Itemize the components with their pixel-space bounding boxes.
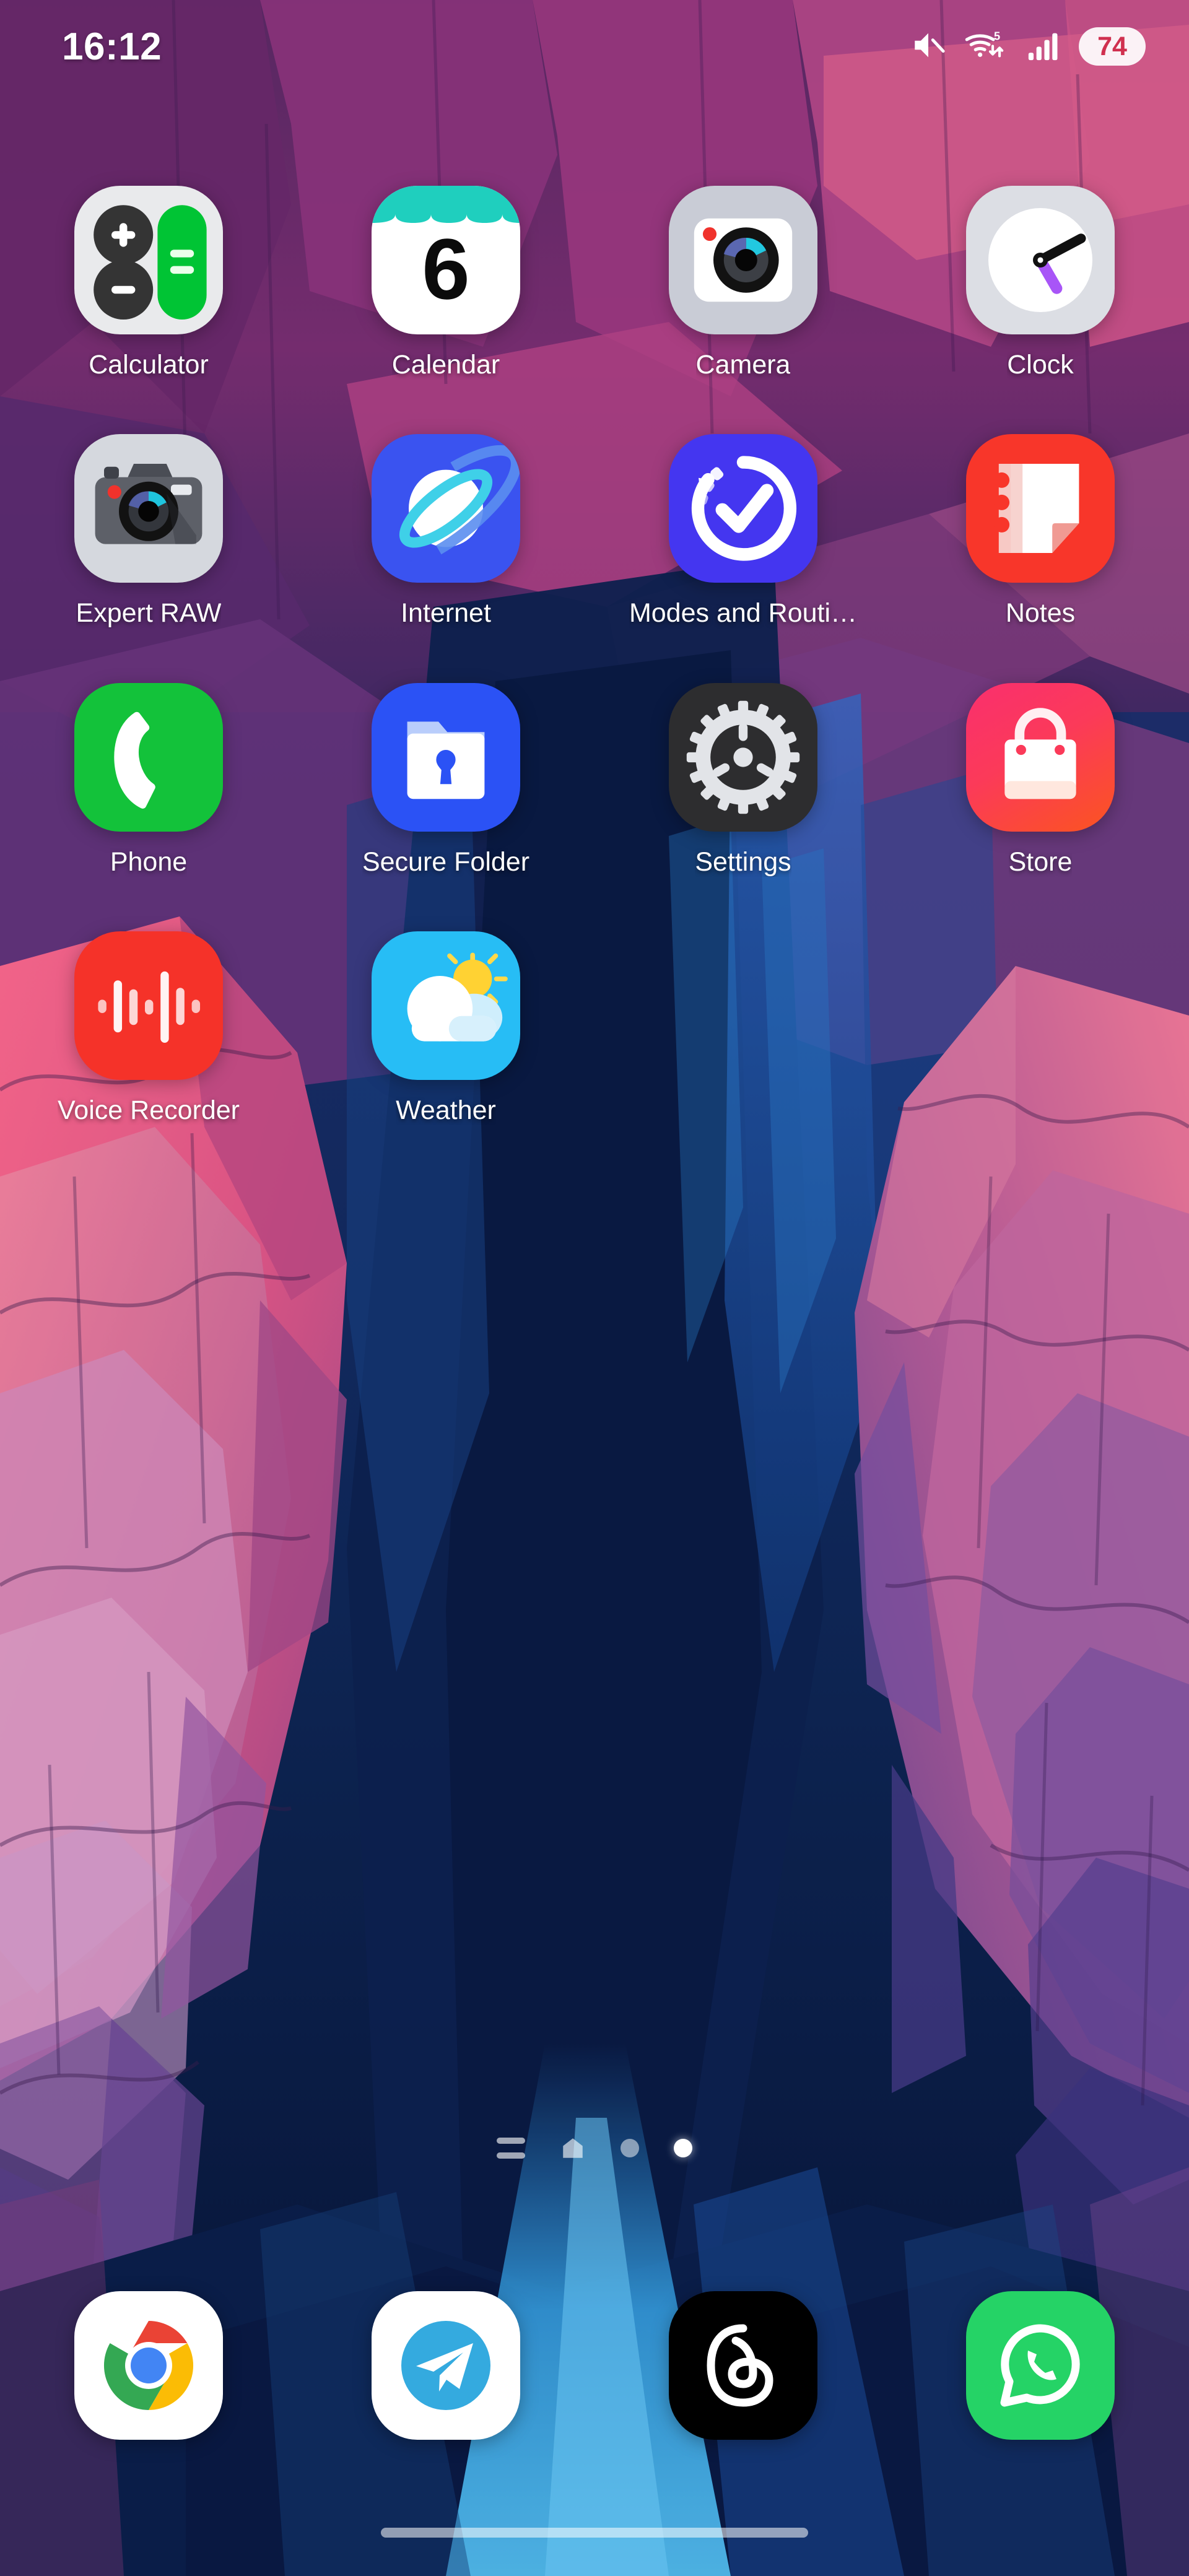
telegram-icon xyxy=(372,2291,520,2440)
app-icon-calendar[interactable]: 6 Calendar xyxy=(297,186,594,380)
battery-percent-label: 74 xyxy=(1097,31,1127,61)
page-indicator xyxy=(0,2135,1189,2161)
app-list-icon[interactable] xyxy=(497,2138,525,2159)
page-dot-4-active[interactable] xyxy=(674,2139,692,2157)
calendar-icon: 6 xyxy=(372,186,520,334)
status-bar-clock: 16:12 xyxy=(62,25,162,68)
internet-icon xyxy=(372,434,520,583)
voice-recorder-icon xyxy=(74,931,223,1080)
app-icon-notes[interactable]: Notes xyxy=(892,434,1189,628)
dock-icon-threads[interactable] xyxy=(594,2291,892,2440)
app-label: Calculator xyxy=(89,350,209,380)
svg-text:6: 6 xyxy=(422,221,469,317)
app-icon-secure-folder[interactable]: Secure Folder xyxy=(297,682,594,877)
status-bar-icons: 5 74 xyxy=(910,27,1146,66)
camera-icon xyxy=(669,186,817,334)
dock xyxy=(0,2291,1189,2440)
app-label: Secure Folder xyxy=(362,847,530,877)
app-label: Expert RAW xyxy=(76,599,222,629)
expert-raw-icon xyxy=(74,434,223,583)
mute-icon xyxy=(910,27,946,66)
dock-icon-chrome[interactable] xyxy=(0,2291,297,2440)
whatsapp-icon xyxy=(966,2291,1115,2440)
threads-icon xyxy=(669,2291,817,2440)
app-label: Modes and Routi… xyxy=(629,599,858,629)
app-icon-store[interactable]: Store xyxy=(892,682,1189,877)
status-bar: 16:12 5 74 xyxy=(0,0,1189,93)
store-icon xyxy=(966,682,1115,832)
app-label: Clock xyxy=(1007,350,1074,380)
calculator-icon xyxy=(74,186,223,334)
app-icon-weather[interactable]: Weather xyxy=(297,931,594,1125)
gesture-home-pill[interactable] xyxy=(381,2528,808,2538)
page-dot-3[interactable] xyxy=(621,2139,639,2157)
chrome-icon xyxy=(74,2291,223,2440)
app-label: Store xyxy=(1008,847,1073,877)
svg-text:5: 5 xyxy=(994,29,1000,42)
app-label: Internet xyxy=(401,599,491,629)
app-label: Voice Recorder xyxy=(58,1095,240,1125)
home-screen: 16:12 5 74 Calculator 6 Calendar Camera … xyxy=(0,0,1189,2576)
weather-icon xyxy=(372,931,520,1080)
app-label: Notes xyxy=(1005,599,1076,629)
app-label: Weather xyxy=(396,1095,496,1125)
app-grid: Calculator 6 Calendar Camera Clock Exper… xyxy=(0,186,1189,1125)
battery-icon: 74 xyxy=(1079,27,1146,66)
app-label: Calendar xyxy=(391,350,500,380)
dock-icon-whatsapp[interactable] xyxy=(892,2291,1189,2440)
app-icon-voice-recorder[interactable]: Voice Recorder xyxy=(0,931,297,1125)
secure-folder-icon xyxy=(372,682,520,832)
app-icon-phone[interactable]: Phone xyxy=(0,682,297,877)
modes-routines-icon xyxy=(669,434,817,583)
settings-icon xyxy=(669,682,817,832)
clock-icon xyxy=(966,186,1115,334)
phone-icon xyxy=(74,682,223,832)
signal-icon xyxy=(1026,27,1061,66)
notes-icon xyxy=(966,434,1115,583)
dock-icon-telegram[interactable] xyxy=(297,2291,594,2440)
app-icon-expert-raw[interactable]: Expert RAW xyxy=(0,434,297,628)
wifi-icon: 5 xyxy=(964,27,1008,66)
app-icon-calculator[interactable]: Calculator xyxy=(0,186,297,380)
app-icon-clock[interactable]: Clock xyxy=(892,186,1189,380)
home-icon[interactable] xyxy=(560,2135,586,2161)
app-label: Settings xyxy=(695,847,791,877)
app-icon-internet[interactable]: Internet xyxy=(297,434,594,628)
app-label: Phone xyxy=(110,847,188,877)
app-icon-modes-and-routines[interactable]: Modes and Routi… xyxy=(594,434,892,628)
navigation-bar xyxy=(0,2489,1189,2576)
app-icon-settings[interactable]: Settings xyxy=(594,682,892,877)
app-label: Camera xyxy=(695,350,791,380)
app-icon-camera[interactable]: Camera xyxy=(594,186,892,380)
